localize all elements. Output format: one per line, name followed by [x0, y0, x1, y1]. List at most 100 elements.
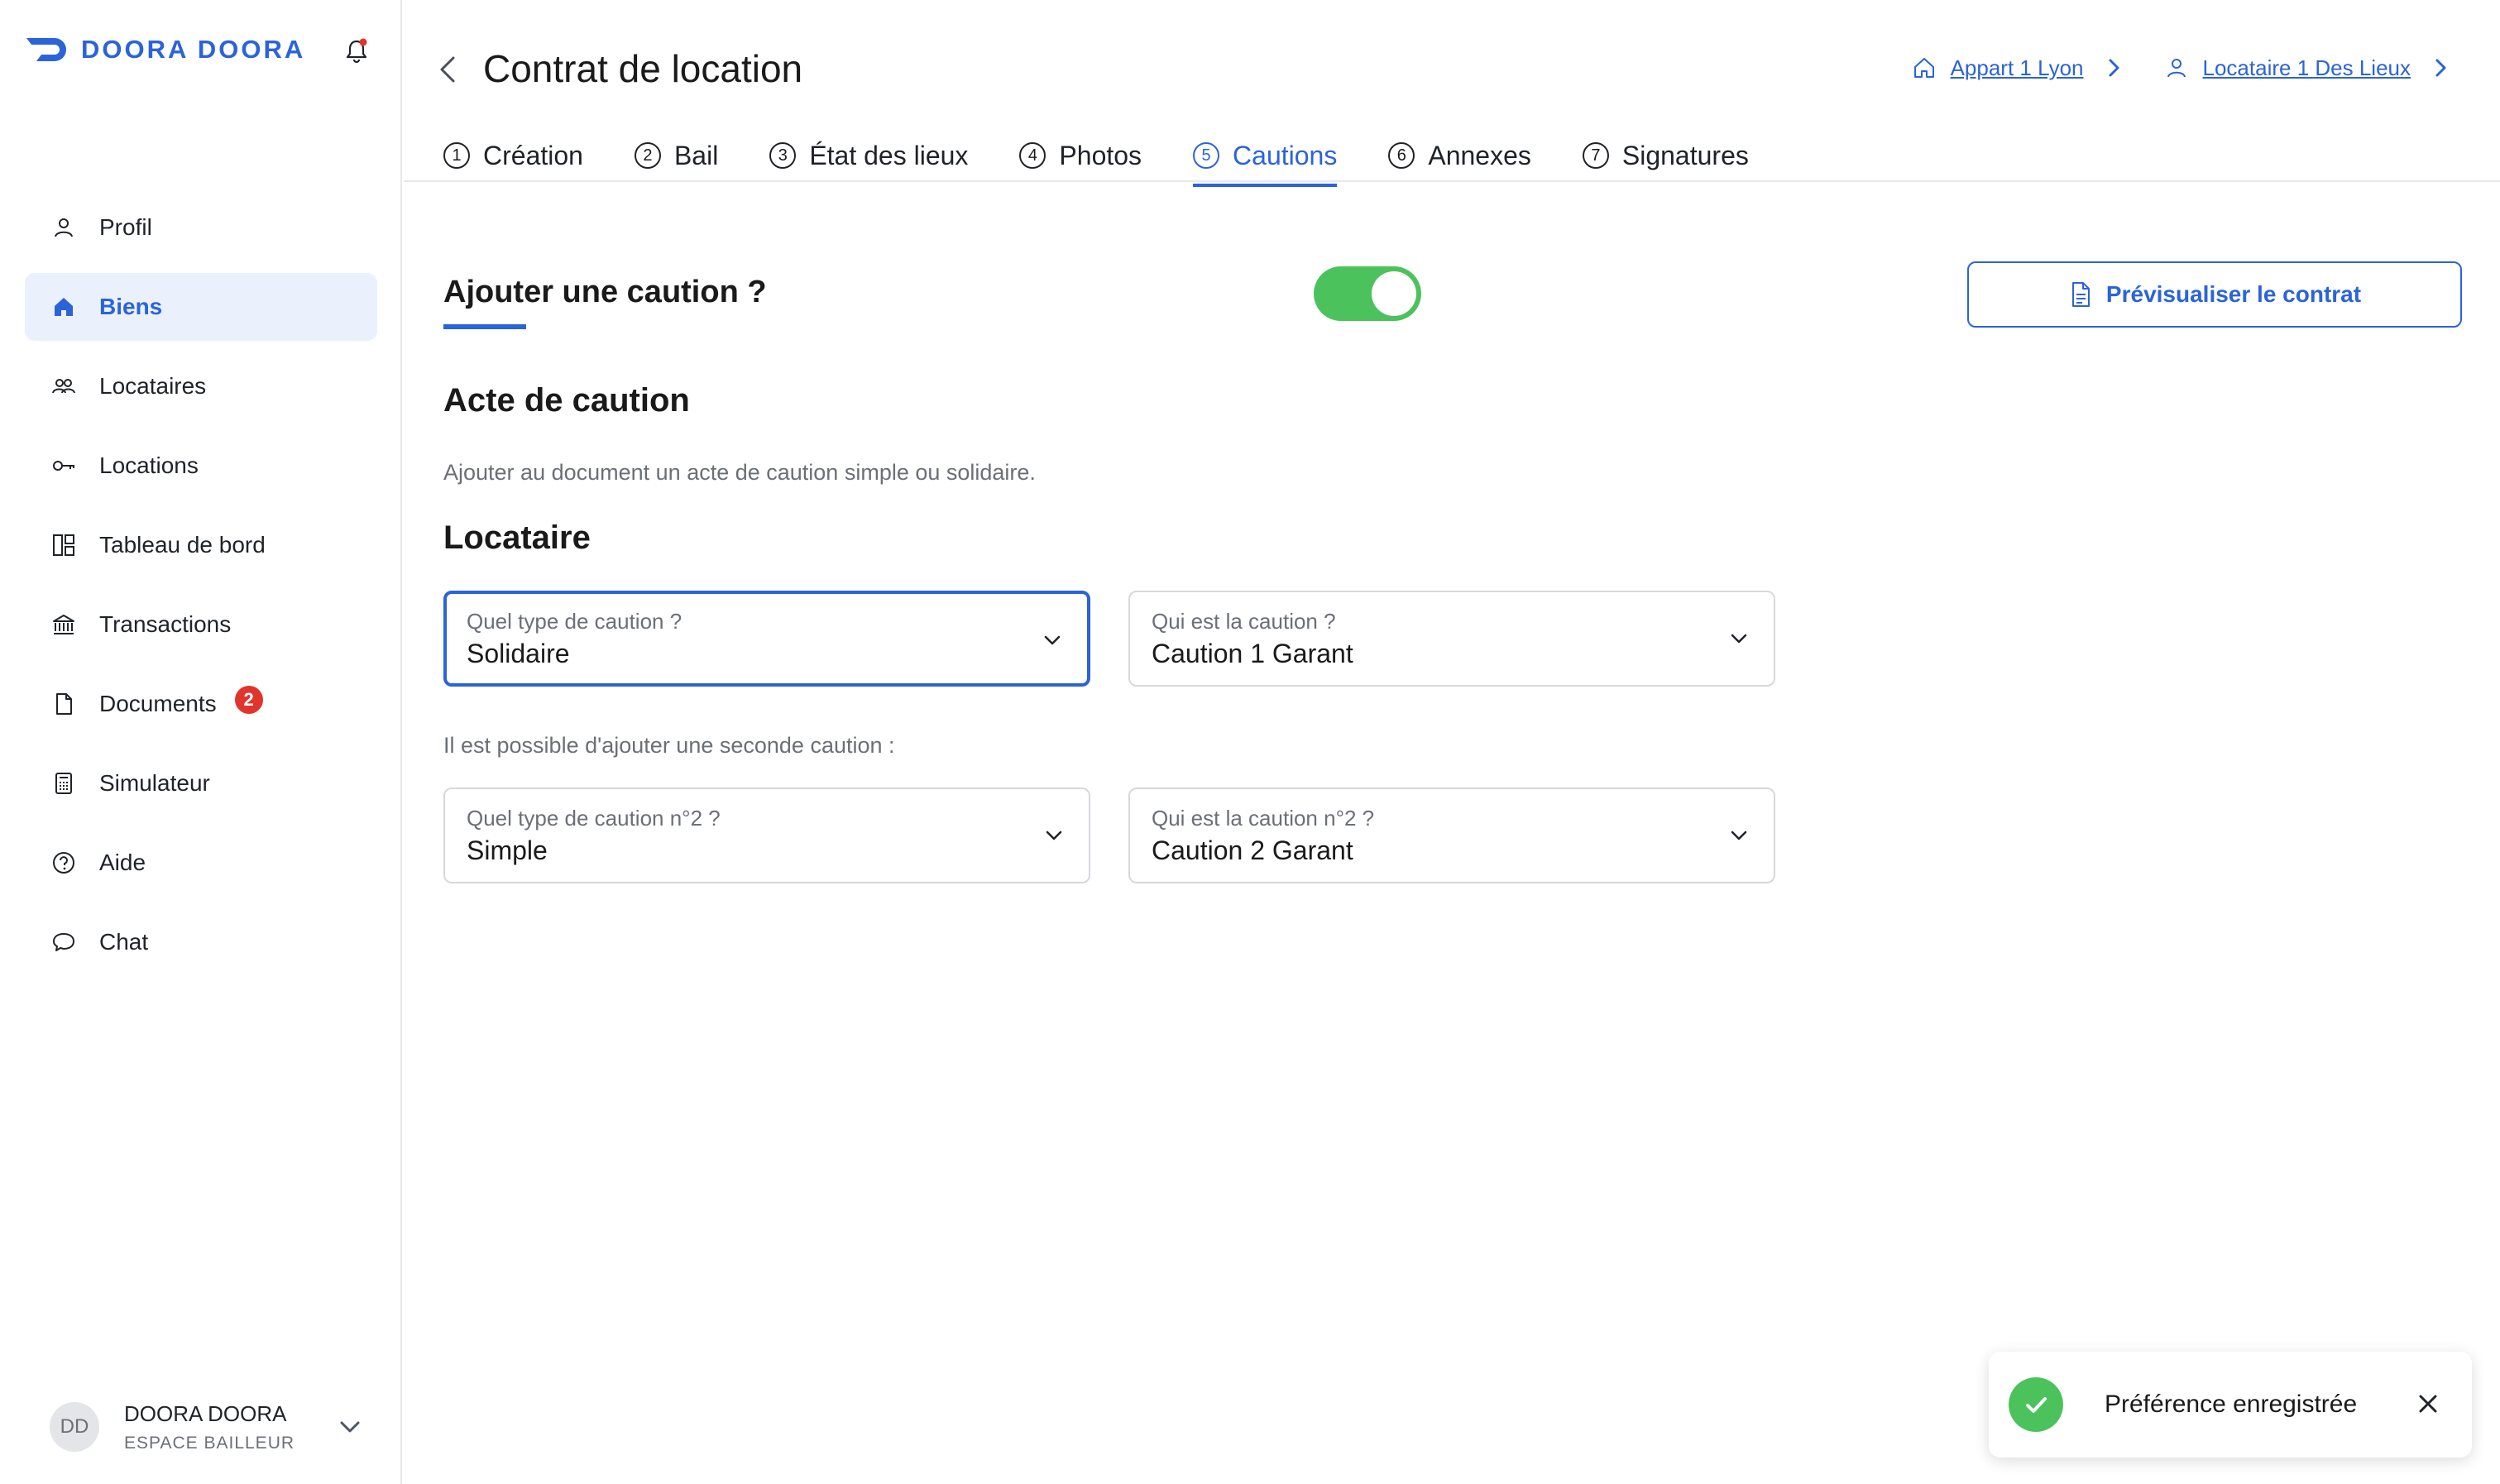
- page-title: Contrat de location: [483, 47, 803, 90]
- sidebar-item-transactions[interactable]: Transactions: [25, 591, 377, 658]
- breadcrumb: Appart 1 Lyon Locataire 1 Des Lieux: [1871, 55, 2450, 81]
- preview-contract-button[interactable]: Prévisualiser le contrat: [1967, 261, 2462, 328]
- breadcrumb-tenant-label[interactable]: Locataire 1 Des Lieux: [2203, 55, 2411, 81]
- user-icon: [50, 213, 78, 242]
- chevron-down-icon: [1731, 634, 1747, 644]
- home-outline-icon: [1913, 58, 1934, 78]
- tabs-divider: [404, 180, 2500, 182]
- select-label: Quel type de caution ?: [467, 609, 682, 634]
- sidebar-item-profil[interactable]: Profil: [25, 194, 377, 261]
- sidebar-item-simulateur[interactable]: Simulateur: [25, 749, 377, 817]
- sidebar-item-label: Locations: [99, 452, 199, 478]
- check-circle-icon: [2009, 1377, 2063, 1432]
- caution-person-2-select[interactable]: Qui est la caution n°2 ? Caution 2 Garan…: [1128, 787, 1775, 883]
- tab-step-number: 4: [1019, 142, 1046, 169]
- toast-message: Préférence enregistrée: [2105, 1391, 2358, 1418]
- close-icon[interactable]: [2414, 1390, 2442, 1418]
- acte-de-caution-title: Acte de caution: [443, 382, 690, 419]
- breadcrumb-property-label[interactable]: Appart 1 Lyon: [1951, 55, 2084, 81]
- select-value: Caution 2 Garant: [1152, 835, 1353, 865]
- preview-contract-label: Prévisualiser le contrat: [2105, 281, 2362, 307]
- sidebar-item-label: Chat: [99, 929, 149, 955]
- tab-step-number: 3: [769, 142, 797, 169]
- chevron-down-icon: [1046, 831, 1062, 840]
- user-icon: [2167, 59, 2186, 78]
- sidebar-item-label: Biens: [99, 294, 163, 319]
- sidebar-item-locations[interactable]: Locations: [25, 432, 377, 500]
- sidebar-item-label: Simulateur: [99, 770, 210, 796]
- select-label: Qui est la caution n°2 ?: [1152, 806, 1375, 831]
- bank-icon: [50, 610, 78, 639]
- tab-bail[interactable]: 2 Bail: [634, 132, 719, 179]
- sidebar-item-chat[interactable]: Chat: [25, 908, 377, 976]
- tab-cautions[interactable]: 5 Cautions: [1193, 132, 1338, 187]
- home-icon: [50, 293, 78, 321]
- sidebar-item-aide[interactable]: Aide: [25, 829, 377, 897]
- sidebar: DOORA DOORA Profil Biens Locataires Loca…: [0, 0, 402, 1484]
- user-info: DOORA DOORA ESPACE BAILLEUR: [124, 1401, 295, 1453]
- key-icon: [50, 452, 78, 480]
- tab-label: Bail: [673, 140, 719, 170]
- tab-etat-des-lieux[interactable]: 3 État des lieux: [769, 132, 968, 179]
- select-label: Qui est la caution ?: [1152, 609, 1336, 634]
- documents-count-badge: 2: [234, 686, 263, 714]
- back-arrow-icon[interactable]: [435, 55, 460, 84]
- add-caution-toggle[interactable]: [1314, 266, 1421, 321]
- sidebar-item-label: Locataires: [99, 373, 207, 399]
- breadcrumb-property-link[interactable]: Appart 1 Lyon: [1911, 55, 2124, 81]
- section-title-underline: [443, 324, 526, 329]
- chevron-down-icon: [1731, 831, 1747, 840]
- chevron-right-icon: [2109, 59, 2119, 77]
- tab-label: Photos: [1059, 140, 1142, 170]
- logo-mark-icon: [26, 38, 66, 61]
- tab-label: Annexes: [1428, 140, 1531, 170]
- sidebar-item-locataires[interactable]: Locataires: [25, 352, 377, 420]
- chevron-right-icon: [2435, 59, 2446, 77]
- brand-name: DOORA DOORA: [81, 35, 306, 64]
- app-root: DOORA DOORA Profil Biens Locataires Loca…: [0, 0, 2500, 1484]
- user-menu[interactable]: DD DOORA DOORA ESPACE BAILLEUR: [50, 1398, 364, 1456]
- chat-icon: [50, 928, 78, 956]
- tab-step-number: 1: [443, 142, 470, 169]
- step-tabs: 1 Création 2 Bail 3 État des lieux 4 Pho…: [443, 132, 1800, 187]
- tab-step-number: 2: [634, 142, 661, 169]
- tab-signatures[interactable]: 7 Signatures: [1582, 132, 1749, 179]
- add-caution-question: Ajouter une caution ?: [443, 275, 767, 309]
- brand-logo[interactable]: DOORA DOORA: [25, 35, 305, 65]
- success-toast: Préférence enregistrée: [1989, 1352, 2472, 1458]
- tab-step-number: 5: [1193, 142, 1220, 169]
- tab-label: Signatures: [1621, 140, 1749, 170]
- tab-step-number: 6: [1388, 142, 1415, 169]
- user-name: DOORA DOORA: [124, 1400, 287, 1426]
- tab-creation[interactable]: 1 Création: [443, 132, 583, 179]
- select-value: Simple: [467, 835, 548, 865]
- breadcrumb-tenant-link[interactable]: Locataire 1 Des Lieux: [2163, 55, 2450, 81]
- second-caution-hint: Il est possible d'ajouter une seconde ca…: [443, 733, 895, 758]
- dashboard-icon: [50, 531, 78, 559]
- chevron-down-icon[interactable]: [336, 1413, 364, 1441]
- sidebar-item-label: Aide: [99, 850, 146, 875]
- select-value: Solidaire: [467, 639, 570, 668]
- tab-photos[interactable]: 4 Photos: [1019, 132, 1142, 179]
- sidebar-item-label: Tableau de bord: [99, 532, 266, 558]
- locataire-title: Locataire: [443, 519, 591, 556]
- sidebar-item-tableau-de-bord[interactable]: Tableau de bord: [25, 511, 377, 579]
- avatar: DD: [50, 1402, 99, 1452]
- chevron-down-icon: [1044, 635, 1061, 645]
- sidebar-item-documents[interactable]: Documents 2: [25, 670, 377, 738]
- toggle-knob: [1372, 271, 1416, 316]
- calculator-icon: [50, 769, 78, 797]
- tab-annexes[interactable]: 6 Annexes: [1388, 132, 1531, 179]
- caution-type-select[interactable]: Quel type de caution ? Solidaire: [443, 591, 1090, 687]
- tab-label: Cautions: [1233, 140, 1338, 170]
- sidebar-item-biens[interactable]: Biens: [25, 273, 377, 341]
- notification-bell-icon[interactable]: [342, 36, 371, 65]
- main-content: Contrat de location Appart 1 Lyon Locata…: [404, 0, 2500, 1484]
- select-label: Quel type de caution n°2 ?: [467, 806, 721, 831]
- caution-type-2-select[interactable]: Quel type de caution n°2 ? Simple: [443, 787, 1090, 883]
- caution-person-select[interactable]: Qui est la caution ? Caution 1 Garant: [1128, 591, 1775, 687]
- tab-label: Création: [483, 140, 583, 170]
- select-value: Caution 1 Garant: [1152, 639, 1353, 668]
- sidebar-nav: Profil Biens Locataires Locations Tablea…: [25, 194, 377, 988]
- document-icon: [50, 690, 78, 718]
